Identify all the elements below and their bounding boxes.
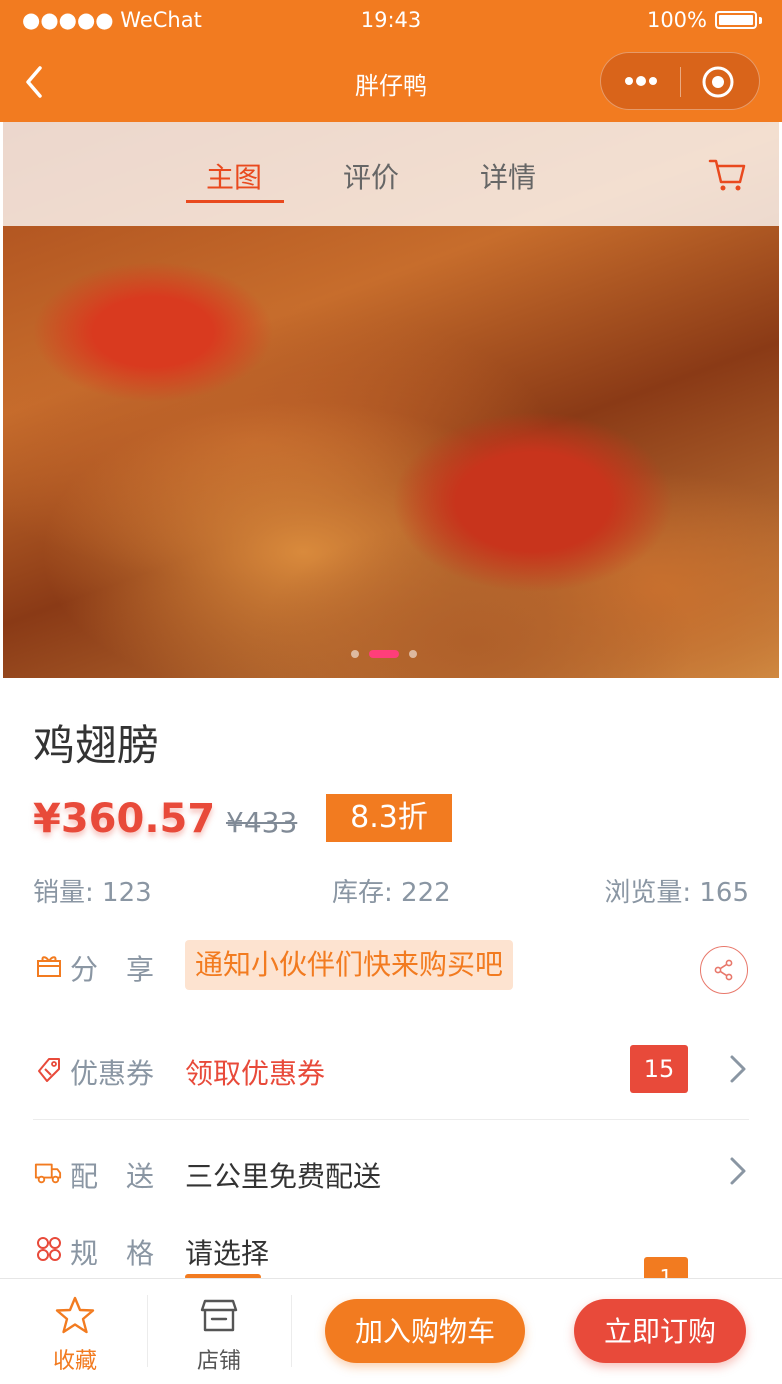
share-prompt[interactable]: 通知小伙伴们快来购买吧 — [185, 940, 514, 990]
share-label: 分 享 — [70, 953, 155, 986]
carousel-dot-active[interactable] — [369, 650, 399, 658]
cart-icon[interactable] — [707, 154, 747, 194]
carousel-dot[interactable] — [409, 650, 417, 658]
gift-icon — [37, 956, 61, 977]
store-label: 店铺 — [196, 1349, 241, 1374]
divider — [33, 1119, 749, 1120]
bottom-action-bar: 收藏 店铺 加入购物车 立即订购 — [0, 1278, 782, 1383]
discount-badge: 8.3折 — [326, 794, 452, 842]
product-stats: 销量: 123 库存: 222 浏览量: 165 — [33, 872, 749, 908]
more-dots-icon[interactable] — [621, 66, 661, 96]
tab-details[interactable]: 详情 — [480, 156, 536, 196]
product-image-carousel[interactable]: 主图 评价 详情 — [3, 122, 779, 678]
star-icon — [55, 1296, 95, 1334]
chevron-right-icon[interactable] — [727, 1155, 749, 1187]
tab-main-image[interactable]: 主图 — [206, 156, 262, 196]
status-right: 100% — [647, 8, 762, 32]
original-price: ¥433 — [226, 806, 298, 839]
coupon-label: 优惠券 — [70, 1057, 155, 1090]
chevron-right-icon[interactable] — [727, 1053, 749, 1085]
buy-now-button[interactable]: 立即订购 — [574, 1299, 746, 1363]
get-coupon-link[interactable]: 领取优惠券 — [185, 1052, 325, 1092]
share-button[interactable] — [700, 946, 748, 994]
share-icon — [714, 959, 733, 981]
battery-icon — [715, 11, 757, 29]
nav-bar: 胖仔鸭 — [0, 42, 782, 122]
stock-count: 库存: 222 — [332, 878, 451, 908]
store-button[interactable]: 店铺 — [147, 1279, 291, 1384]
sales-count: 销量: 123 — [33, 878, 152, 908]
battery-percent: 100% — [646, 8, 707, 32]
favorite-label: 收藏 — [52, 1349, 97, 1374]
spec-value[interactable]: 请选择 — [185, 1232, 269, 1272]
detail-tabs: 主图 评价 详情 — [3, 122, 779, 226]
favorite-button[interactable]: 收藏 — [3, 1279, 147, 1384]
add-to-cart-button[interactable]: 加入购物车 — [325, 1299, 525, 1363]
mini-program-capsule — [600, 52, 760, 110]
active-tab-indicator — [186, 200, 284, 203]
target-icon[interactable] — [701, 65, 735, 99]
spec-label: 规 格 — [70, 1237, 155, 1270]
view-count: 浏览量: 165 — [604, 878, 749, 908]
tab-reviews[interactable]: 评价 — [343, 156, 399, 196]
status-bar: ●●●●● WeChat 19:43 100% — [0, 0, 782, 42]
current-price: ¥360.57 — [33, 796, 216, 842]
delivery-value: 三公里免费配送 — [185, 1160, 382, 1193]
truck-icon — [34, 1163, 62, 1184]
store-icon — [200, 1299, 238, 1332]
spec-grid-icon — [37, 1237, 61, 1261]
coupon-icon — [38, 1058, 60, 1082]
carousel-dot[interactable] — [351, 650, 359, 658]
delivery-label: 配 送 — [70, 1160, 155, 1193]
product-name: 鸡翅膀 — [33, 721, 160, 770]
coupon-count-badge: 15 — [630, 1045, 688, 1093]
carousel-indicator — [351, 650, 417, 658]
